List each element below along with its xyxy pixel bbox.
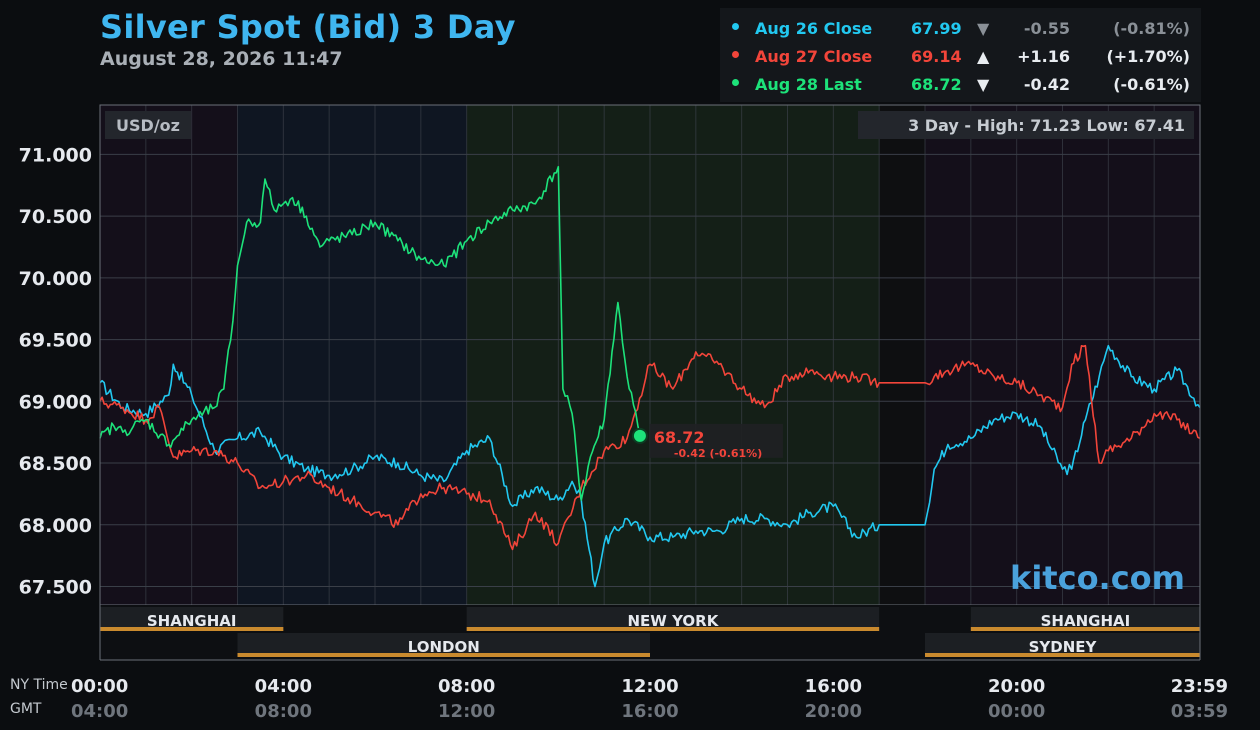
unit-label: USD/oz	[116, 116, 180, 135]
session-shade	[237, 105, 467, 605]
y-tick-label: 69.000	[19, 391, 92, 413]
x-tick-gmt: 20:00	[805, 701, 862, 722]
session-label: NEW YORK	[628, 612, 720, 630]
y-tick-label: 68.000	[19, 515, 92, 537]
x-tick-ny: 12:00	[621, 676, 678, 697]
current-price-label: 68.72	[654, 428, 705, 447]
price-chart: 67.500 68.000 68.500 69.000 69.500 70.000 70.5…	[10, 104, 1228, 722]
current-change-label: -0.42 (-0.61%)	[674, 447, 762, 460]
x-tick-gmt: 16:00	[621, 701, 678, 722]
session-label: SHANGHAI	[147, 612, 237, 630]
x-tick-ny: 20:00	[988, 676, 1045, 697]
x-tick-ny: 16:00	[805, 676, 862, 697]
x-tick-gmt: 12:00	[438, 701, 495, 722]
x-tick-gmt: 08:00	[255, 701, 312, 722]
y-tick-label: 71.000	[19, 144, 92, 166]
y-tick-label: 70.000	[19, 268, 92, 290]
x-tick-ny: 08:00	[438, 676, 495, 697]
ny-time-label: NY Time	[10, 677, 68, 693]
watermark-logo: kitco.com	[1010, 559, 1185, 597]
session-label: LONDON	[408, 638, 480, 656]
x-tick-gmt: 04:00	[71, 701, 128, 722]
y-tick-label: 68.500	[19, 453, 92, 475]
x-tick-gmt: 00:00	[988, 701, 1045, 722]
session-shade	[466, 105, 880, 605]
gmt-label: GMT	[10, 701, 42, 717]
y-tick-label: 70.500	[19, 206, 92, 228]
y-tick-label: 69.500	[19, 330, 92, 352]
x-tick-ny: 00:00	[71, 676, 128, 697]
y-tick-label: 67.500	[19, 576, 92, 598]
session-label: SYDNEY	[1029, 638, 1098, 656]
x-tick-ny: 04:00	[255, 676, 312, 697]
x-tick-gmt: 03:59	[1171, 701, 1228, 722]
current-price-dot	[631, 427, 648, 444]
range-box-text: 3 Day - High: 71.23 Low: 67.41	[908, 116, 1185, 135]
session-shade	[879, 105, 925, 605]
x-tick-ny: 23:59	[1171, 676, 1228, 697]
session-label: SHANGHAI	[1041, 612, 1131, 630]
